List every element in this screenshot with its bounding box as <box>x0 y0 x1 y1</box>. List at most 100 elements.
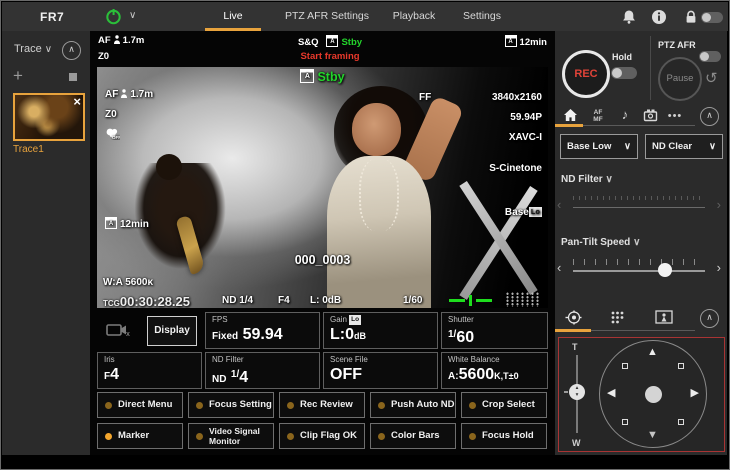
video-timecode: TCG00:30:28.25 <box>103 294 191 308</box>
scene-file-cell[interactable]: Scene File OFF <box>323 352 438 389</box>
video-monitor[interactable]: A Stby AF 1.7m Z0 OFF A 12min FF 3840x2160 … <box>97 67 548 308</box>
assign-button-focus-hold[interactable]: Focus Hold <box>461 423 547 449</box>
zoom-slider-thumb[interactable]: ▴ ▾ <box>569 384 585 400</box>
tab-home-icon[interactable] <box>560 107 580 123</box>
info-icon[interactable] <box>651 9 667 25</box>
display-button[interactable]: Display <box>147 316 197 346</box>
gain-cell[interactable]: Gain Lo L:0dB <box>323 312 438 349</box>
assign-lamp <box>469 432 476 440</box>
bell-icon[interactable] <box>621 9 637 25</box>
pan-tilt-speed-section-label[interactable]: Pan-Tilt Speed ∨ <box>561 237 640 248</box>
assign-lamp <box>287 401 294 409</box>
white-balance-cell[interactable]: White Balance A:5600K,T±0 <box>441 352 548 389</box>
assign-button-video-signal-monitor[interactable]: Video Signal Monitor <box>188 423 274 449</box>
iris-cell[interactable]: Iris F4 <box>97 352 202 389</box>
add-trace-button[interactable]: + <box>13 67 23 84</box>
fps-cell[interactable]: FPS Fixed 59.94 <box>205 312 320 349</box>
power-icon[interactable] <box>105 8 122 25</box>
stop-trace-icon[interactable] <box>69 73 77 81</box>
slider-track[interactable] <box>573 207 705 208</box>
assign-lamp <box>105 401 112 409</box>
nd-filter-section-label[interactable]: ND Filter ∨ <box>561 174 613 185</box>
assign-button-direct-menu[interactable]: Direct Menu <box>97 392 183 418</box>
record-status: Stby <box>341 37 363 48</box>
pan-tilt-zoom-panel: T ▴ ▾ W ▲ ▼ ◀ ▶ <box>558 337 725 452</box>
tab-live[interactable]: Live <box>205 2 261 31</box>
ptz-afr-toggle[interactable] <box>699 51 721 62</box>
settings-tab-line <box>583 125 695 126</box>
video-art-necklace <box>358 158 399 231</box>
tab-af-mf-icon[interactable]: AF MF <box>588 109 608 125</box>
collapse-joystick-icon[interactable]: ∧ <box>700 309 719 328</box>
nd-preset-select[interactable]: ND Clear ∨ <box>645 134 723 159</box>
trace-dropdown[interactable]: Trace ∨ <box>14 43 52 55</box>
diagonal-marker <box>678 419 684 425</box>
video-nd-value: ND 1/4 <box>222 295 254 306</box>
slider-track[interactable] <box>573 270 705 272</box>
power-chevron-down-icon[interactable]: ∨ <box>129 10 136 21</box>
assign-lamp <box>469 401 476 409</box>
collapse-trace-panel-icon[interactable]: ∧ <box>62 41 81 60</box>
tab-settings[interactable]: Settings <box>454 2 510 31</box>
tab-camera-icon[interactable] <box>640 107 660 123</box>
hold-label: Hold <box>612 52 632 62</box>
tab-ptz-afr-settings[interactable]: PTZ AFR Settings <box>277 2 377 31</box>
assign-button-marker[interactable]: Marker <box>97 423 183 449</box>
assign-lamp <box>196 432 203 440</box>
tab-joystick-icon[interactable] <box>565 310 585 326</box>
nd-filter-cell[interactable]: ND Filter ND 1/4 <box>205 352 320 389</box>
assign-button-clip-flag-ok[interactable]: Clip Flag OK <box>279 423 365 449</box>
camera-control-panel: x Display FPS Fixed 59.94 Gain Lo L:0dB … <box>97 312 548 389</box>
collapse-settings-icon[interactable]: ∧ <box>700 107 719 126</box>
control-sidebar: REC Hold PTZ AFR Pause ↺ AF MF ♪ ••• ∧ Ba… <box>555 31 727 455</box>
diagonal-marker <box>622 363 628 369</box>
video-iris-value: F4 <box>278 295 290 306</box>
trace-thumbnail[interactable]: × <box>13 93 85 141</box>
rec-button[interactable]: REC <box>562 50 610 98</box>
tab-playback[interactable]: Playback <box>384 2 444 31</box>
tab-framing-icon[interactable] <box>655 310 675 326</box>
assign-button-push-auto-nd[interactable]: Push Auto ND <box>370 392 456 418</box>
pan-left-arrow[interactable]: ◀ <box>607 388 615 399</box>
pan-right-arrow[interactable]: ▶ <box>691 388 699 399</box>
assign-button-crop-select[interactable]: Crop Select <box>461 392 547 418</box>
joystick-center-dot[interactable] <box>645 386 662 403</box>
restart-icon[interactable]: ↺ <box>705 69 718 87</box>
status-zoom-position: Z0 <box>98 51 110 62</box>
svg-text:OFF: OFF <box>112 135 120 140</box>
steadyshot-off-icon: OFF <box>105 127 120 140</box>
status-center: S&Q A Stby <box>297 35 363 48</box>
trace-sidebar: Trace ∨ ∧ + × Trace1 <box>2 31 90 455</box>
assign-button-rec-review[interactable]: Rec Review <box>279 392 365 418</box>
slider-left-chevron[interactable]: ‹ <box>557 261 561 275</box>
af-subject-icon <box>113 35 121 44</box>
audio-level-meter <box>505 292 539 307</box>
pause-button[interactable]: Pause <box>658 57 702 101</box>
slider-left-chevron[interactable]: ‹ <box>557 198 561 212</box>
assign-lamp <box>287 432 294 440</box>
rec-hold-toggle[interactable] <box>611 67 637 79</box>
video-clip-name: 000_0003 <box>294 253 351 267</box>
camera-off-icon[interactable]: x <box>99 316 139 344</box>
assign-button-focus-setting[interactable]: Focus Setting <box>188 392 274 418</box>
video-gamma: S-Cinetone <box>489 163 542 174</box>
assign-lamp <box>378 432 385 440</box>
lock-toggle[interactable] <box>701 12 723 23</box>
tilt-down-arrow[interactable]: ▼ <box>647 430 658 441</box>
tilt-up-arrow[interactable]: ▲ <box>647 347 658 358</box>
pan-tilt-speed-slider[interactable]: ‹ › <box>557 257 721 281</box>
slider-right-chevron[interactable]: › <box>717 198 721 212</box>
delete-trace-icon[interactable]: × <box>73 95 81 108</box>
tab-more-icon[interactable]: ••• <box>665 110 685 126</box>
tab-audio-icon[interactable]: ♪ <box>615 107 635 123</box>
base-iso-select[interactable]: Base Low ∨ <box>560 134 638 159</box>
status-media-remaining: A 12min <box>504 35 547 48</box>
assign-button-color-bars[interactable]: Color Bars <box>370 423 456 449</box>
slider-thumb[interactable] <box>658 263 672 277</box>
tab-preset-grid-icon[interactable] <box>610 310 630 326</box>
nd-filter-slider[interactable]: ‹ › <box>557 194 721 218</box>
slider-right-chevron[interactable]: › <box>717 261 721 275</box>
pan-tilt-joystick[interactable]: ▲ ▼ ◀ ▶ <box>599 340 707 448</box>
status-af-distance: AF 1.7m <box>98 35 145 46</box>
shutter-cell[interactable]: Shutter 1/60 <box>441 312 548 349</box>
